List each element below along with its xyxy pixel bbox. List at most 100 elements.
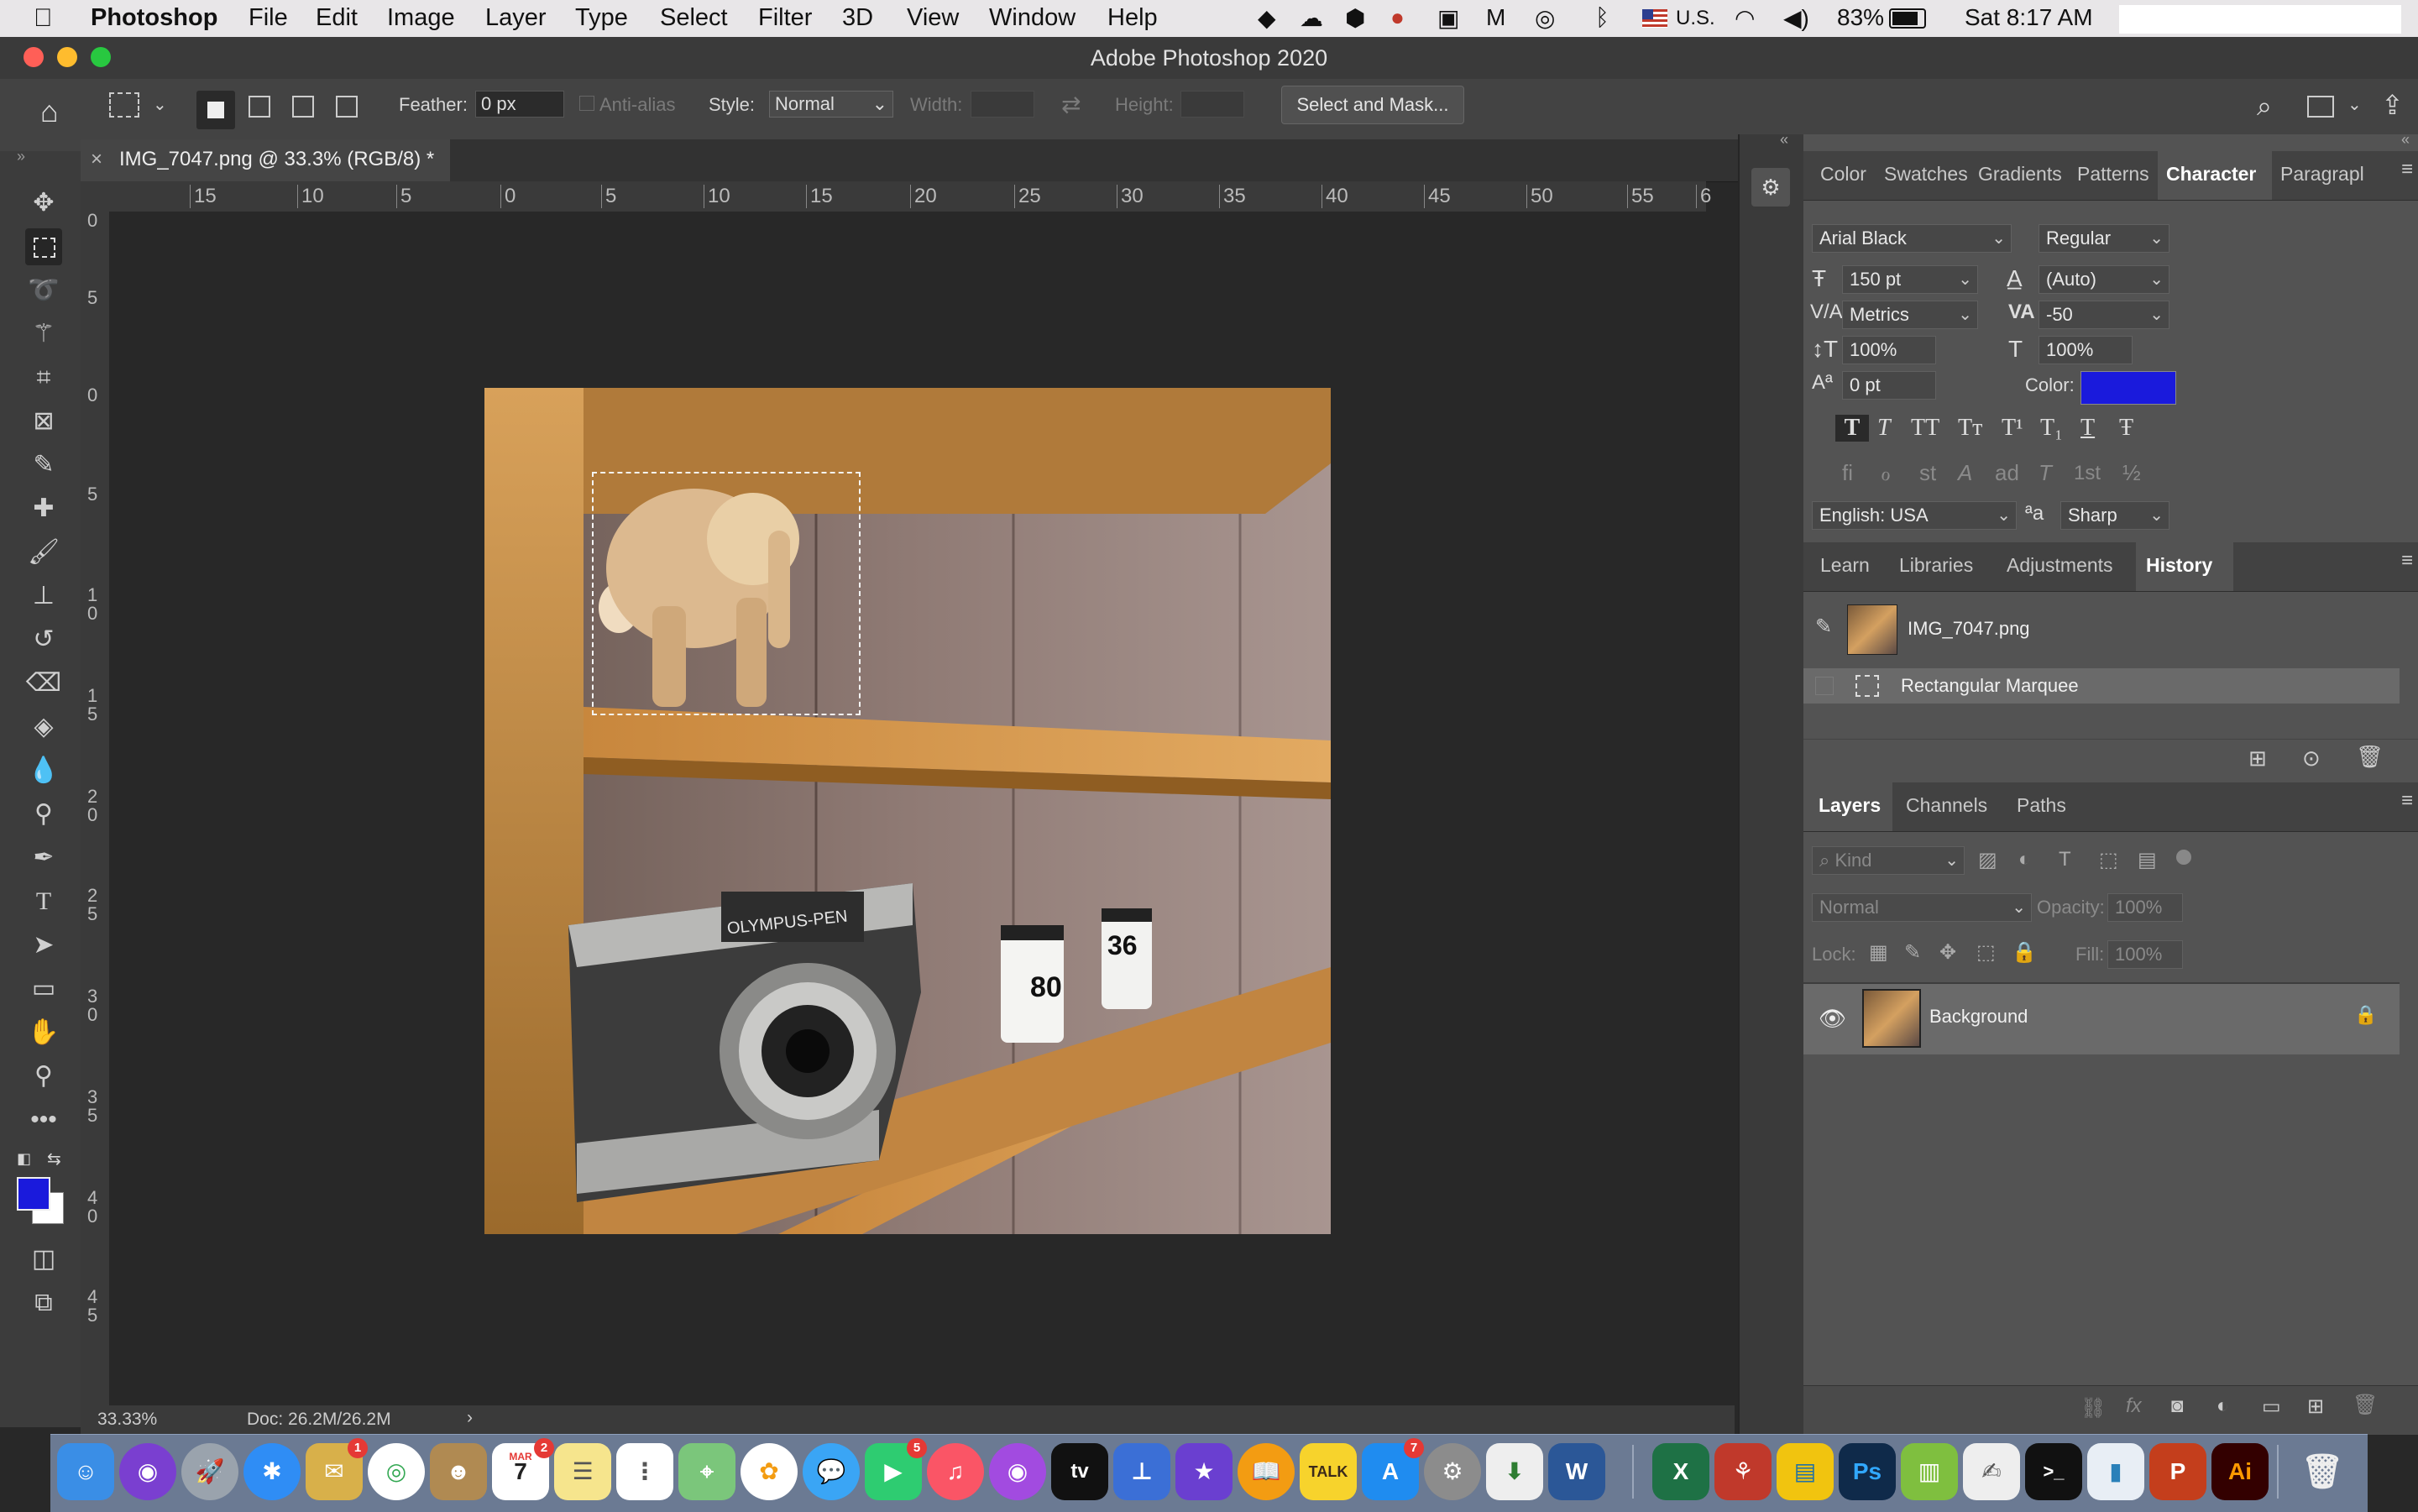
archive-icon[interactable]: ▥ bbox=[1901, 1443, 1958, 1500]
calendar-icon[interactable]: MAR 7 2 bbox=[492, 1438, 554, 1500]
swash-button[interactable]: A bbox=[1958, 460, 1972, 486]
eraser-tool-icon[interactable]: ⌫ bbox=[25, 665, 62, 702]
zoom-level[interactable]: 33.33% bbox=[97, 1410, 157, 1430]
adjustment-layer-icon[interactable]: ◐ bbox=[2216, 1394, 2229, 1418]
fractions-button[interactable]: ½ bbox=[2122, 460, 2141, 486]
word-icon[interactable]: W bbox=[1548, 1443, 1605, 1500]
lock-artboard-icon[interactable]: ⬚ bbox=[1976, 940, 1996, 965]
panel-menu-icon[interactable]: ≡ bbox=[2401, 789, 2413, 813]
trash-icon[interactable]: 🗑 bbox=[2294, 1443, 2351, 1500]
ligatures-button[interactable]: fi bbox=[1842, 460, 1853, 486]
tab-paths[interactable]: Paths bbox=[2017, 794, 2066, 817]
history-brush-tool-icon[interactable]: ↺ bbox=[25, 621, 62, 658]
default-colors-icon[interactable]: ◧ bbox=[17, 1150, 31, 1168]
battery-percent[interactable]: 83% bbox=[1837, 4, 1884, 31]
tab-color[interactable]: Color bbox=[1820, 163, 1866, 186]
vertical-scale-input[interactable]: 100% bbox=[1842, 336, 1936, 364]
podcasts-icon[interactable]: ◉ bbox=[989, 1443, 1046, 1500]
chevron-down-icon[interactable]: ⌄ bbox=[2347, 94, 2362, 115]
imovie-icon[interactable]: ★ bbox=[1175, 1443, 1233, 1500]
titling-alternates-button[interactable]: T bbox=[2039, 460, 2052, 486]
menu-window[interactable]: Window bbox=[989, 4, 1076, 32]
leading-select[interactable]: (Auto) ⌄ bbox=[2039, 265, 2169, 294]
history-snapshot[interactable]: ✎ IMG_7047.png bbox=[1803, 601, 2400, 657]
brush-tool-icon[interactable]: 🖌 bbox=[25, 534, 62, 571]
installer-icon[interactable]: ⬇ bbox=[1486, 1443, 1543, 1500]
illustrator-icon[interactable]: Ai bbox=[2211, 1443, 2269, 1500]
panel-menu-icon[interactable]: ≡ bbox=[2401, 549, 2413, 573]
apple-icon[interactable]:  bbox=[34, 4, 53, 33]
creative-cloud-icon[interactable]: ⬢ bbox=[1345, 4, 1365, 32]
keynote-icon[interactable]: ⊥ bbox=[1113, 1443, 1170, 1500]
dodge-tool-icon[interactable]: ⚲ bbox=[25, 796, 62, 833]
small-caps-button[interactable]: Tт bbox=[1958, 415, 1982, 442]
app-menu[interactable]: Photoshop bbox=[91, 4, 217, 32]
books-icon[interactable]: 📖 bbox=[1238, 1443, 1295, 1500]
photoshop-icon[interactable]: Ps bbox=[1839, 1443, 1896, 1500]
textedit-icon[interactable]: ✍ bbox=[1963, 1443, 2020, 1500]
font-family-select[interactable]: Arial Black ⌄ bbox=[1812, 224, 2012, 253]
battery-icon[interactable] bbox=[1889, 8, 1926, 34]
filter-adjustment-icon[interactable]: ◐ bbox=[2018, 848, 2031, 871]
fx-icon[interactable]: fx bbox=[2126, 1394, 2142, 1418]
siri-icon[interactable]: ◉ bbox=[119, 1443, 176, 1500]
terminal-icon[interactable]: >_ bbox=[2025, 1443, 2082, 1500]
lock-icon[interactable]: 🔒 bbox=[2354, 1004, 2377, 1026]
menu-type[interactable]: Type bbox=[575, 4, 628, 32]
type-tool-icon[interactable]: T bbox=[25, 883, 62, 920]
filter-shape-icon[interactable]: ⬚ bbox=[2099, 848, 2118, 872]
select-and-mask-button[interactable]: Select and Mask... bbox=[1281, 86, 1464, 124]
tab-swatches[interactable]: Swatches bbox=[1884, 163, 1968, 186]
path-selection-tool-icon[interactable]: ➤ bbox=[25, 927, 62, 964]
notification-icon[interactable]: ● bbox=[1390, 4, 1405, 31]
marquee-tool-preset-icon[interactable] bbox=[109, 92, 139, 118]
app-store-icon[interactable]: A7 bbox=[1362, 1438, 1424, 1500]
swap-icon[interactable]: ⇄ bbox=[1061, 91, 1081, 118]
home-icon[interactable]: ⌂ bbox=[40, 94, 59, 129]
rectangle-tool-icon[interactable]: ▭ bbox=[25, 971, 62, 1007]
share-icon[interactable]: ⇪ bbox=[2381, 89, 2404, 121]
tab-paragraph[interactable]: Paragrapl bbox=[2280, 163, 2364, 186]
history-brush-source-checkbox[interactable] bbox=[1815, 677, 1834, 695]
new-document-from-state-icon[interactable]: ⊞ bbox=[2248, 746, 2267, 772]
filter-smart-object-icon[interactable]: ▤ bbox=[2138, 848, 2157, 872]
close-tab-icon[interactable]: × bbox=[91, 148, 102, 171]
eyedropper-tool-icon[interactable]: ✎ bbox=[25, 447, 62, 484]
move-tool-icon[interactable]: ✥ bbox=[25, 185, 62, 222]
foreground-color-swatch[interactable] bbox=[17, 1177, 50, 1211]
contacts-icon[interactable]: ☻ bbox=[430, 1443, 487, 1500]
lasso-tool-icon[interactable]: ➰ bbox=[25, 272, 62, 309]
underline-button[interactable]: T bbox=[2080, 415, 2095, 442]
quick-mask-icon[interactable]: ◫ bbox=[25, 1241, 62, 1278]
cloud-icon[interactable]: ☁ bbox=[1300, 4, 1323, 32]
ordinals-button[interactable]: 1st bbox=[2074, 462, 2101, 485]
facetime-icon[interactable]: ▶ 5 bbox=[865, 1438, 927, 1500]
lock-transparent-icon[interactable]: ▦ bbox=[1869, 940, 1888, 965]
discretionary-ligatures-button[interactable]: st bbox=[1919, 460, 1936, 486]
pen-tool-icon[interactable]: ✒ bbox=[25, 840, 62, 876]
finder-icon[interactable]: ☺ bbox=[57, 1443, 114, 1500]
vertical-ruler[interactable]: 0 5 0 5 10 15 20 25 30 35 40 45 bbox=[81, 212, 110, 1405]
chrome-icon[interactable]: ◎ bbox=[368, 1443, 425, 1500]
subtract-selection-button[interactable] bbox=[292, 96, 314, 118]
menu-file[interactable]: File bbox=[249, 4, 288, 32]
menu-select[interactable]: Select bbox=[660, 4, 728, 32]
vpn-icon[interactable]: ◎ bbox=[1535, 4, 1555, 32]
faux-bold-button[interactable]: T bbox=[1835, 415, 1869, 442]
workspace-icon[interactable] bbox=[2307, 96, 2334, 118]
document-tab[interactable]: × IMG_7047.png @ 33.3% (RGB/8) * bbox=[81, 139, 450, 181]
marquee-selection[interactable] bbox=[592, 472, 861, 715]
powerpoint-icon[interactable]: P bbox=[2149, 1443, 2206, 1500]
tab-learn[interactable]: Learn bbox=[1820, 554, 1870, 577]
music-icon[interactable]: ♫ bbox=[927, 1443, 984, 1500]
width-input[interactable] bbox=[971, 91, 1034, 118]
menu-layer[interactable]: Layer bbox=[485, 4, 547, 32]
horizontal-ruler[interactable]: 15 10 5 0 5 10 15 20 25 30 35 40 45 50 55 6 bbox=[81, 181, 1711, 212]
clock[interactable]: Sat 8:17 AM bbox=[1965, 4, 2093, 31]
anti-alias-checkbox[interactable] bbox=[579, 96, 594, 111]
height-input[interactable] bbox=[1180, 91, 1244, 118]
layer-name[interactable]: Background bbox=[1929, 1006, 2028, 1028]
old-style-button[interactable]: ℴ bbox=[1881, 460, 1891, 486]
crop-tool-icon[interactable]: ⌗ bbox=[25, 359, 62, 396]
screen-mode-icon[interactable]: ⧉ bbox=[25, 1284, 62, 1321]
